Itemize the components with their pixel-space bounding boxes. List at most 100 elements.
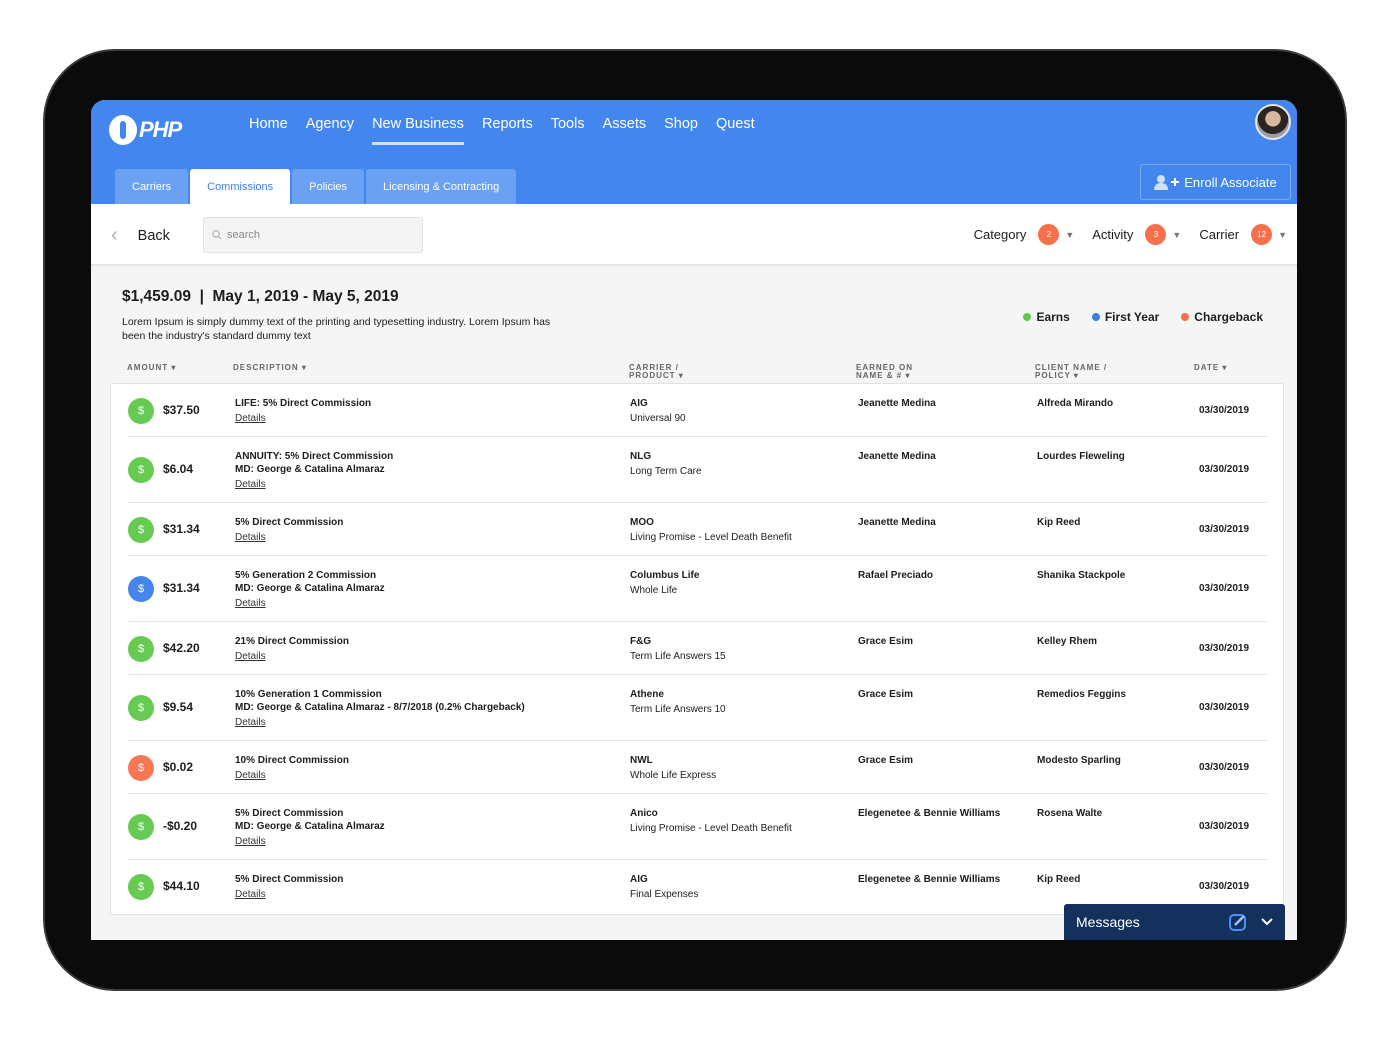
col-description[interactable]: DESCRIPTION ▾ [233, 364, 307, 372]
col-date[interactable]: DATE ▾ [1194, 364, 1227, 372]
amount: -$0.20 [163, 819, 198, 833]
toolbar: ‹ Back search Category 2 ▼ Activity 3 ▼ Carrier… [91, 204, 1297, 266]
client-name: Rosena Walte [1037, 808, 1103, 819]
carrier: NLG [630, 451, 652, 462]
amount: $6.04 [163, 462, 194, 476]
caret-down-icon: ▼ [1065, 229, 1075, 240]
col-amount[interactable]: AMOUNT ▾ [127, 364, 176, 372]
filter-category[interactable]: Category 2 ▼ [973, 224, 1075, 245]
description-line: 10% Generation 1 Commission [235, 689, 382, 700]
col-client[interactable]: CLIENT NAME / POLICY ▾ [1035, 364, 1125, 380]
details-link[interactable]: Details [235, 888, 343, 901]
filter-activity[interactable]: Activity 3 ▼ [1092, 224, 1181, 245]
carrier: Anico [630, 808, 658, 819]
earned-on: Jeanette Medina [858, 451, 936, 462]
amount: $44.10 [163, 878, 200, 893]
description-line: MD: George & Catalina Almaraz [235, 821, 385, 832]
col-carrier[interactable]: CARRIER / PRODUCT ▾ [629, 364, 701, 380]
filter-carrier[interactable]: Carrier 12 ▼ [1199, 224, 1287, 245]
product: Whole Life Express [630, 770, 717, 781]
details-link[interactable]: Details [235, 412, 371, 425]
filter-count-badge: 12 [1251, 224, 1273, 245]
description-line: ANNUITY: 5% Direct Commission [235, 451, 394, 462]
compose-icon[interactable] [1229, 913, 1247, 931]
col-carrier-label: CARRIER / PRODUCT [629, 363, 679, 380]
nav-assets[interactable]: Assets [603, 116, 647, 145]
summary-title: $1,459.09 | May 1, 2019 - May 5, 2019 [122, 288, 399, 305]
details-link[interactable]: Details [235, 597, 385, 610]
product: Living Promise - Level Death Benefit [630, 823, 792, 834]
tab-licensing-contracting[interactable]: Licensing & Contracting [366, 169, 517, 204]
client-name: Kelley Rhem [1037, 636, 1098, 647]
chevron-down-icon[interactable] [1261, 918, 1273, 926]
description-line: LIFE: 5% Direct Commission [235, 398, 372, 409]
main-nav: Home Agency New Business Reports Tools Assets… [249, 116, 755, 145]
description-line: MD: George & Catalina Almaraz - 8/7/2018… [235, 702, 525, 713]
carrier: NWL [630, 755, 653, 766]
nav-quest[interactable]: Quest [716, 116, 755, 145]
search-icon [212, 230, 222, 240]
legend-first-year: First Year [1091, 310, 1160, 324]
date: 03/30/2019 [1199, 642, 1250, 654]
add-user-icon [1154, 175, 1180, 190]
earned-on: Elegenetee & Bennie Williams [858, 808, 1001, 819]
dollar-icon: $ [128, 457, 154, 483]
caret-down-icon: ▼ [1278, 229, 1287, 240]
nav-reports[interactable]: Reports [482, 116, 533, 145]
details-link[interactable]: Details [235, 478, 393, 491]
logo[interactable]: PHP [109, 112, 189, 148]
legend-label: Chargeback [1194, 310, 1263, 324]
table-row: $ $37.50 LIFE: 5% Direct Commission Details… [111, 384, 1283, 437]
nav-new-business[interactable]: New Business [372, 116, 464, 145]
tab-commissions[interactable]: Commissions [190, 169, 291, 204]
search-input[interactable]: search [203, 217, 423, 253]
description: 10% Generation 1 Commission MD: George & … [235, 688, 525, 729]
carrier: Athene [630, 689, 664, 700]
col-amount-label: AMOUNT [127, 363, 169, 372]
details-link[interactable]: Details [235, 531, 343, 544]
dollar-icon: $ [128, 397, 154, 424]
nav-home[interactable]: Home [249, 116, 288, 145]
nav-tools[interactable]: Tools [551, 116, 585, 145]
date: 03/30/2019 [1199, 761, 1250, 773]
back-button[interactable]: ‹ Back [111, 224, 170, 247]
carrier-product: MOO Living Promise - Level Death Benefit [630, 516, 792, 544]
enroll-associate-button[interactable]: Enroll Associate [1140, 164, 1291, 200]
amount: $37.50 [163, 402, 200, 417]
carrier-product: AIG Universal 90 [630, 397, 686, 425]
sub-tabs: Carriers Commissions Policies Licensing & C… [115, 169, 517, 204]
date: 03/30/2019 [1199, 523, 1250, 535]
dollar-icon: $ [128, 635, 154, 662]
product: Long Term Care [630, 466, 702, 477]
product: Universal 90 [630, 413, 686, 424]
details-link[interactable]: Details [235, 769, 349, 782]
nav-agency[interactable]: Agency [306, 116, 354, 145]
product: Final Expenses [630, 889, 699, 900]
date: 03/30/2019 [1199, 702, 1250, 713]
logo-mark-icon [109, 115, 137, 145]
filter-label: Category [973, 227, 1027, 242]
legend-label: First Year [1104, 310, 1160, 324]
earned-on: Rafael Preciado [858, 570, 934, 581]
messages-panel[interactable]: Messages [1064, 904, 1285, 940]
description: ANNUITY: 5% Direct Commission MD: George … [235, 450, 393, 491]
description-line: 21% Direct Commission [235, 636, 349, 647]
details-link[interactable]: Details [235, 716, 525, 729]
legend-dot-icon [1091, 313, 1100, 321]
earned-on: Grace Esim [858, 755, 914, 766]
tab-carriers[interactable]: Carriers [115, 169, 189, 204]
earned-on: Grace Esim [858, 636, 914, 647]
details-link[interactable]: Details [235, 650, 349, 663]
nav-shop[interactable]: Shop [664, 116, 698, 145]
description-line: 5% Generation 2 Commission [235, 570, 377, 581]
summary-text: Lorem Ipsum is simply dummy text of the … [122, 316, 551, 342]
col-earned[interactable]: EARNED ON NAME & # ▾ [856, 364, 936, 380]
avatar[interactable] [1255, 104, 1291, 140]
legend: Earns First Year Chargeback [1023, 310, 1263, 324]
tab-policies[interactable]: Policies [292, 169, 365, 204]
details-link[interactable]: Details [235, 835, 385, 848]
amount: $42.20 [163, 640, 200, 655]
carrier-product: Columbus Life Whole Life [630, 569, 699, 597]
carrier-product: AIG Final Expenses [630, 873, 698, 901]
table-row: $ $6.04 ANNUITY: 5% Direct Commission MD: G… [111, 437, 1283, 503]
